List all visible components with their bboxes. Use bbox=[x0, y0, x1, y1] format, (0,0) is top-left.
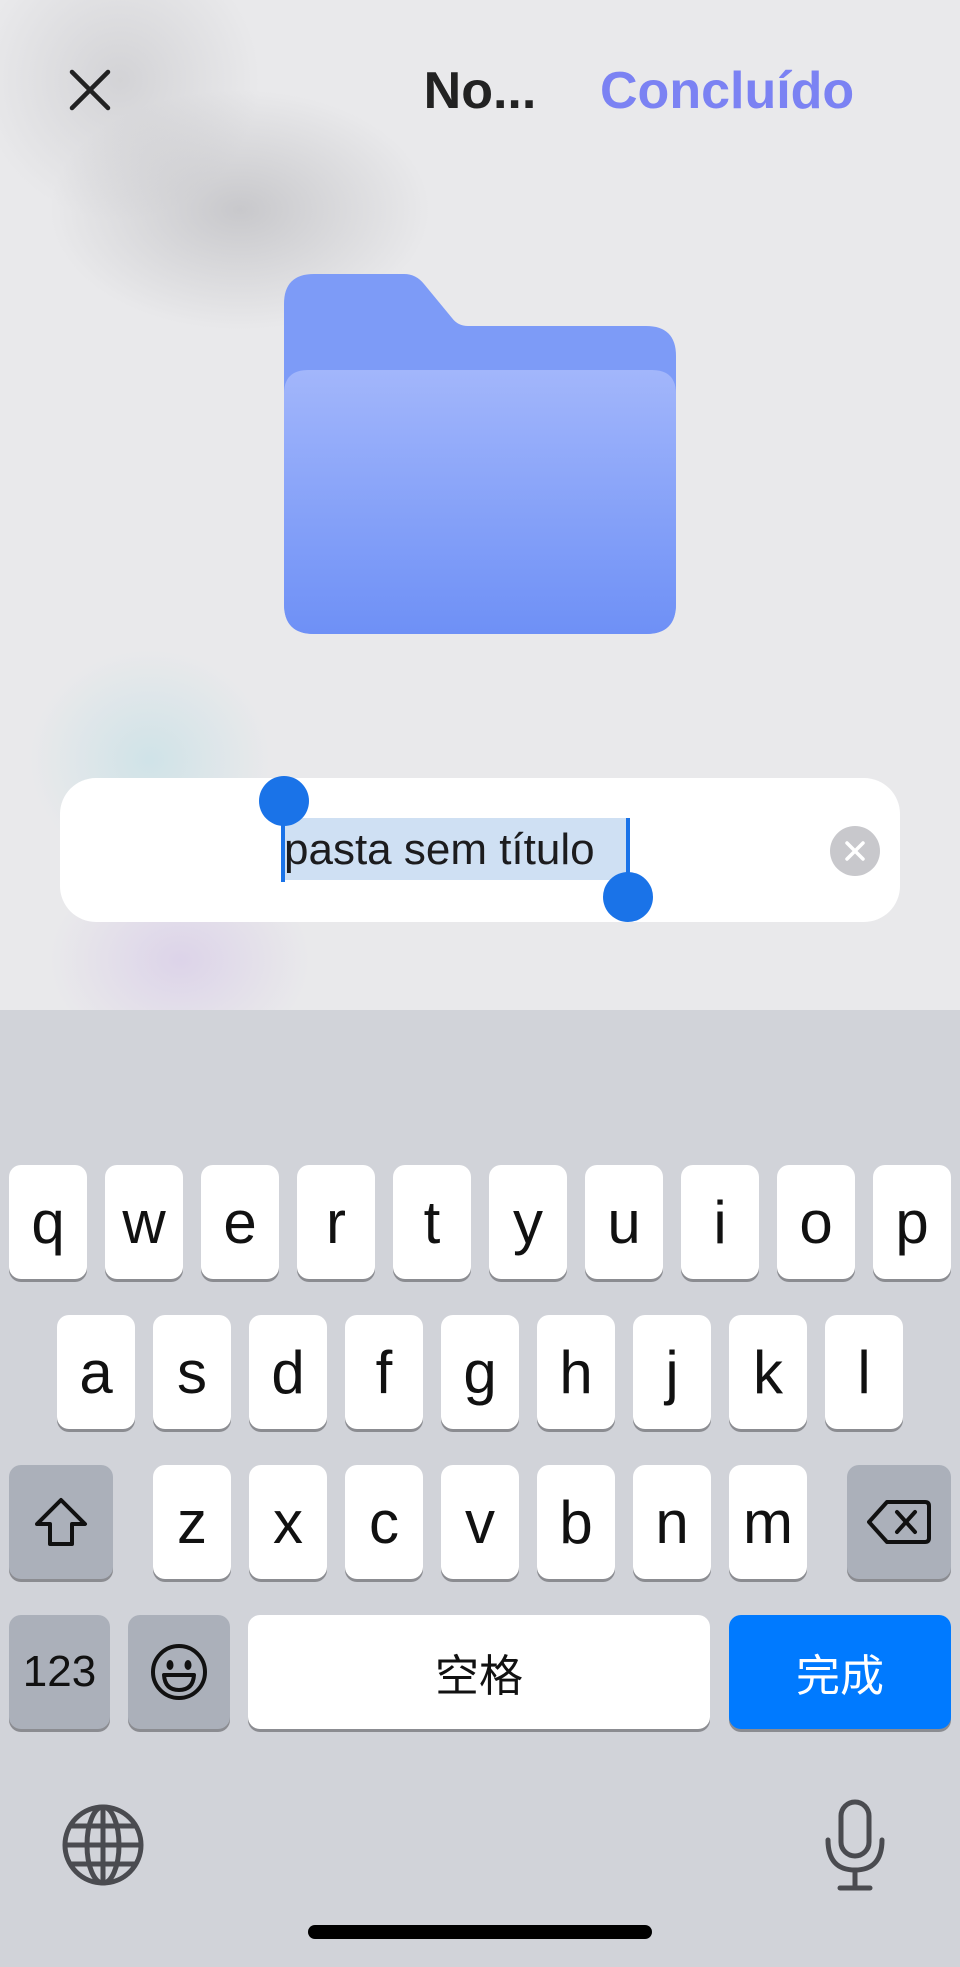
key-q[interactable]: q bbox=[9, 1165, 87, 1279]
key-m[interactable]: m bbox=[729, 1465, 807, 1579]
key-h[interactable]: h bbox=[537, 1315, 615, 1429]
key-r[interactable]: r bbox=[297, 1165, 375, 1279]
key-k[interactable]: k bbox=[729, 1315, 807, 1429]
key-y[interactable]: y bbox=[489, 1165, 567, 1279]
microphone-icon[interactable] bbox=[820, 1798, 890, 1894]
key-u[interactable]: u bbox=[585, 1165, 663, 1279]
key-l[interactable]: l bbox=[825, 1315, 903, 1429]
clear-icon bbox=[845, 841, 865, 861]
key-o[interactable]: o bbox=[777, 1165, 855, 1279]
key-n[interactable]: n bbox=[633, 1465, 711, 1579]
key-p[interactable]: p bbox=[873, 1165, 951, 1279]
emoji-icon bbox=[151, 1644, 207, 1700]
key-s[interactable]: s bbox=[153, 1315, 231, 1429]
page-title: No... bbox=[423, 62, 537, 120]
globe-icon[interactable] bbox=[60, 1802, 146, 1888]
key-g[interactable]: g bbox=[441, 1315, 519, 1429]
key-c[interactable]: c bbox=[345, 1465, 423, 1579]
shift-icon bbox=[35, 1498, 87, 1546]
key-w[interactable]: w bbox=[105, 1165, 183, 1279]
selection-start-handle[interactable] bbox=[259, 776, 309, 826]
home-indicator[interactable] bbox=[308, 1925, 652, 1939]
key-x[interactable]: x bbox=[249, 1465, 327, 1579]
folder-icon bbox=[284, 274, 676, 634]
key-i[interactable]: i bbox=[681, 1165, 759, 1279]
return-key[interactable]: 完成 bbox=[729, 1615, 951, 1729]
backspace-icon bbox=[867, 1500, 931, 1544]
key-d[interactable]: d bbox=[249, 1315, 327, 1429]
shift-key[interactable] bbox=[9, 1465, 113, 1579]
backspace-key[interactable] bbox=[847, 1465, 951, 1579]
clear-text-button[interactable] bbox=[830, 826, 880, 876]
key-b[interactable]: b bbox=[537, 1465, 615, 1579]
key-e[interactable]: e bbox=[201, 1165, 279, 1279]
close-button[interactable] bbox=[60, 60, 120, 120]
folder-name-input[interactable]: pasta sem título bbox=[284, 818, 595, 882]
key-v[interactable]: v bbox=[441, 1465, 519, 1579]
key-z[interactable]: z bbox=[153, 1465, 231, 1579]
done-button[interactable]: Concluído bbox=[600, 56, 880, 126]
key-f[interactable]: f bbox=[345, 1315, 423, 1429]
emoji-key[interactable] bbox=[128, 1615, 230, 1729]
key-j[interactable]: j bbox=[633, 1315, 711, 1429]
selection-end-handle[interactable] bbox=[603, 872, 653, 922]
close-icon bbox=[69, 69, 111, 111]
key-a[interactable]: a bbox=[57, 1315, 135, 1429]
space-key[interactable]: 空格 bbox=[248, 1615, 710, 1729]
numbers-key[interactable]: 123 bbox=[9, 1615, 110, 1729]
key-t[interactable]: t bbox=[393, 1165, 471, 1279]
